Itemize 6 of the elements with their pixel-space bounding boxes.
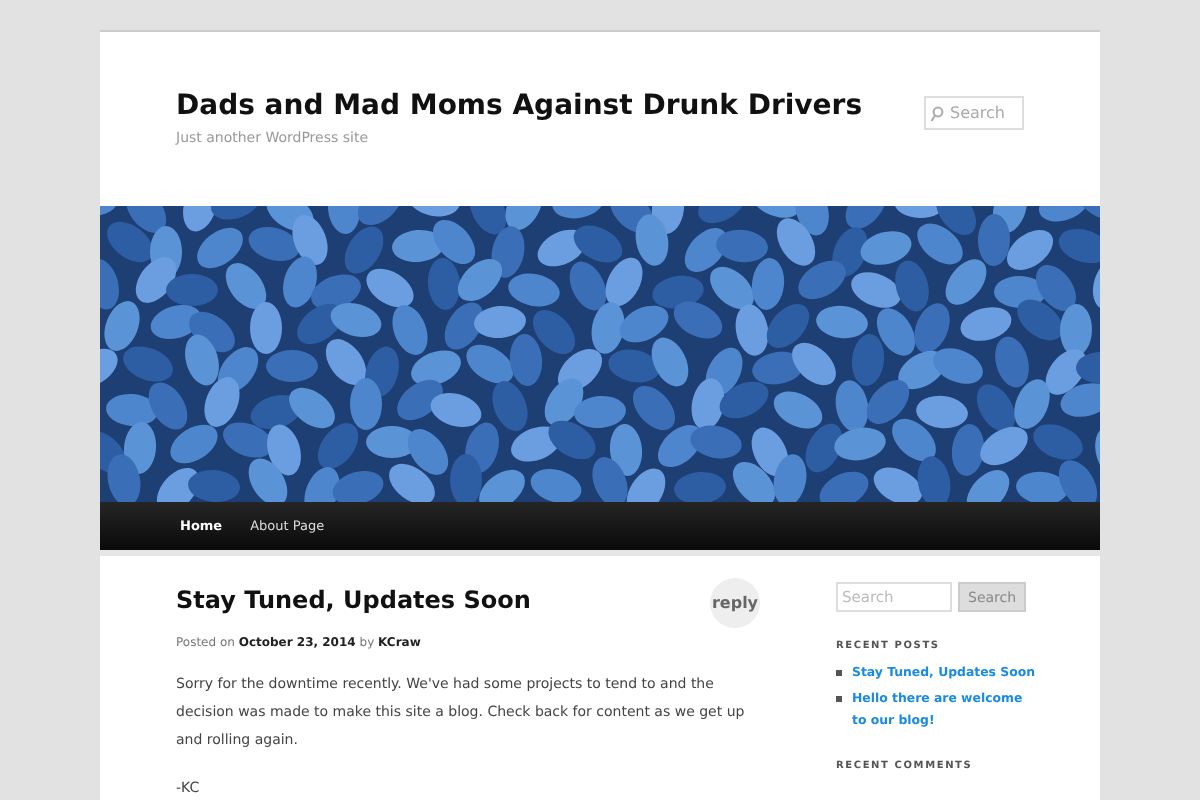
bullet-icon (836, 670, 842, 676)
site-title[interactable]: Dads and Mad Moms Against Drunk Drivers (176, 90, 863, 122)
search-icon (930, 105, 944, 121)
bullet-icon (836, 696, 842, 702)
post-title[interactable]: Stay Tuned, Updates Soon (176, 582, 531, 614)
reply-button[interactable]: reply (710, 578, 760, 628)
